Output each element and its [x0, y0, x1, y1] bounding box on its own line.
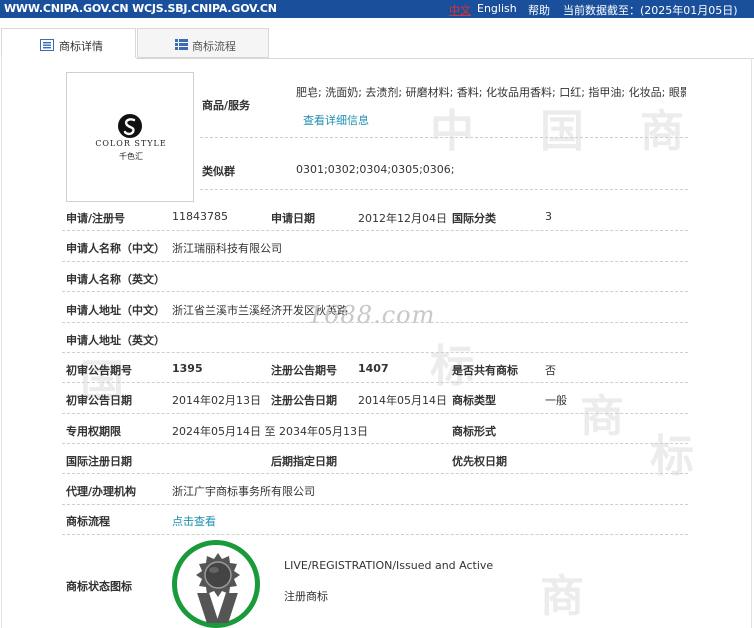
row-divider — [62, 504, 688, 505]
watermark-text: 1688.com — [308, 301, 436, 329]
language-chinese-link[interactable]: 中文 — [449, 2, 471, 18]
logo-brand-cn-text: 千色汇 — [119, 152, 143, 161]
trademark-flow-label: 商标流程 — [66, 515, 110, 528]
color-style-logo-mark — [118, 114, 142, 138]
prelim-date-label: 初审公告日期 — [66, 394, 132, 407]
reg-pub-no-value: 1407 — [358, 362, 389, 375]
row-divider — [62, 230, 688, 231]
row-divider — [62, 473, 688, 474]
intl-class-label: 国际分类 — [452, 212, 496, 225]
row-divider — [200, 137, 688, 138]
row-divider — [62, 443, 688, 444]
document-icon — [40, 39, 54, 54]
tab-label: 商标流程 — [192, 40, 236, 53]
row-divider — [62, 322, 688, 323]
tab-label: 商标详情 — [59, 40, 103, 53]
apply-date-value: 2012年12月04日 — [358, 212, 447, 225]
ribbon-left — [197, 593, 219, 623]
exclusive-period-label: 专用权期限 — [66, 425, 121, 438]
goods-services-value: 肥皂; 洗面奶; 去渍剂; 研磨材料; 香料; 化妆品用香料; 口红; 指甲油;… — [296, 86, 686, 99]
award-rosette-icon — [196, 553, 240, 597]
help-link[interactable]: 帮助 — [528, 2, 550, 18]
row-divider — [62, 261, 688, 262]
tm-type-label: 商标类型 — [452, 394, 496, 407]
status-icon-label: 商标状态图标 — [66, 580, 132, 593]
later-date-label: 后期指定日期 — [271, 455, 337, 468]
background-watermark: 标 — [650, 431, 694, 482]
background-watermark: 商 — [540, 571, 584, 622]
status-en-text: LIVE/REGISTRATION/Issued and Active — [284, 559, 494, 572]
row-divider — [62, 352, 688, 353]
priority-date-label: 优先权日期 — [452, 455, 507, 468]
agent-label: 代理/办理机构 — [66, 485, 137, 498]
row-divider — [62, 291, 688, 292]
intl-reg-date-label: 国际注册日期 — [66, 455, 132, 468]
reg-pub-date-value: 2014年05月14日 — [358, 394, 447, 407]
similar-group-label: 类似群 — [202, 165, 235, 178]
list-icon — [175, 39, 188, 53]
logo-brand-text: COLOR STYLE — [95, 139, 167, 148]
background-watermark: 商 — [580, 391, 624, 442]
reg-no-label: 申请/注册号 — [66, 212, 126, 225]
language-english-link[interactable]: English — [477, 2, 517, 15]
agent-value: 浙江广宇商标事务所有限公司 — [172, 485, 315, 498]
row-divider — [200, 189, 688, 190]
registered-status-seal — [172, 540, 260, 628]
row-divider — [62, 382, 688, 383]
row-divider — [62, 534, 688, 535]
prelim-date-value: 2014年02月13日 — [172, 394, 261, 407]
address-en-label: 申请人地址（英文） — [66, 334, 165, 347]
applicant-en-label: 申请人名称（英文） — [66, 273, 165, 286]
prelim-no-label: 初审公告期号 — [66, 364, 132, 377]
tab-bar: 商标详情 商标流程 — [0, 28, 754, 58]
reg-pub-date-label: 注册公告日期 — [271, 394, 337, 407]
background-watermark: 商 — [640, 106, 684, 157]
address-cn-label: 申请人地址（中文） — [66, 304, 165, 317]
site-domains: WWW.CNIPA.GOV.CN WCJS.SBJ.CNIPA.GOV.CN — [4, 2, 277, 15]
top-bar: WWW.CNIPA.GOV.CN WCJS.SBJ.CNIPA.GOV.CN 中… — [0, 0, 754, 18]
applicant-cn-value: 浙江瑞丽科技有限公司 — [172, 242, 282, 255]
applicant-cn-label: 申请人名称（中文） — [66, 242, 165, 255]
intl-class-value: 3 — [545, 210, 552, 223]
row-divider — [62, 413, 688, 414]
goods-services-label: 商品/服务 — [202, 99, 251, 112]
apply-date-label: 申请日期 — [271, 212, 315, 225]
tm-type-value: 一般 — [545, 394, 567, 407]
tab-trademark-details[interactable]: 商标详情 — [1, 28, 136, 58]
view-details-link[interactable]: 查看详细信息 — [303, 112, 369, 128]
similar-group-value: 0301;0302;0304;0305;0306; — [296, 163, 455, 176]
prelim-no-value: 1395 — [172, 362, 203, 375]
reg-no-value: 11843785 — [172, 210, 228, 223]
view-flow-link[interactable]: 点击查看 — [172, 513, 216, 529]
tab-trademark-flow[interactable]: 商标流程 — [137, 28, 269, 58]
exclusive-period-value: 2024年05月14日 至 2034年05月13日 — [172, 425, 368, 438]
shared-label: 是否共有商标 — [452, 364, 518, 377]
trademark-image: COLOR STYLE 千色汇 — [66, 72, 194, 202]
shared-value: 否 — [545, 364, 556, 377]
reg-pub-no-label: 注册公告期号 — [271, 364, 337, 377]
background-watermark: 中 — [430, 106, 474, 157]
tm-form-label: 商标形式 — [452, 425, 496, 438]
ribbon-right — [216, 593, 238, 623]
status-cn-text: 注册商标 — [284, 590, 328, 603]
data-as-of-date: 当前数据截至：(2025年01月05日) — [563, 4, 738, 17]
background-watermark: 国 — [540, 106, 584, 157]
